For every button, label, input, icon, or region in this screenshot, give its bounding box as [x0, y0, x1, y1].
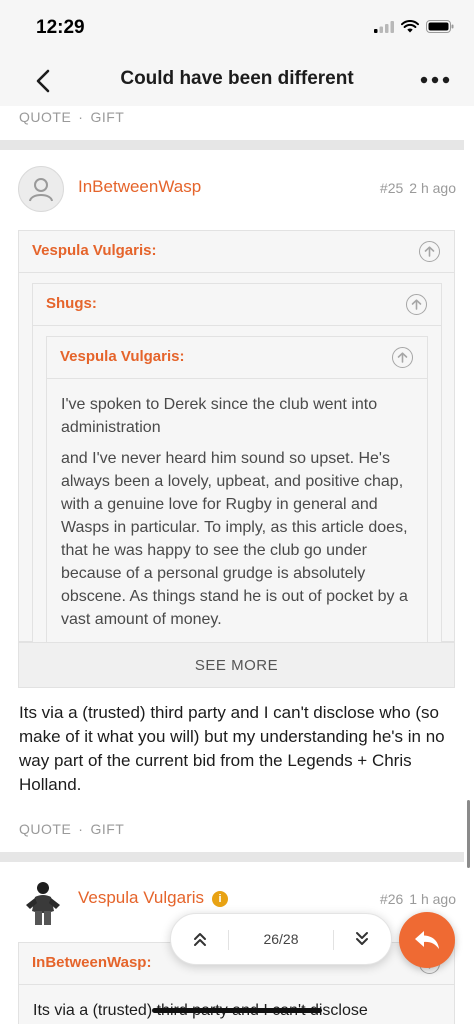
post-author-name[interactable]: Vespula Vulgaris [78, 888, 204, 907]
quote-button[interactable]: QUOTE [19, 821, 71, 837]
post-divider [0, 852, 464, 862]
status-time: 12:29 [36, 17, 85, 38]
signal-icon [374, 20, 394, 33]
ellipsis-icon [420, 76, 450, 84]
user-icon [29, 178, 53, 202]
quote-block-outer: Vespula Vulgaris: Shugs: Vespula Vulgari… [18, 230, 455, 644]
quote-paragraph: and I've never heard him sound so upset.… [61, 450, 408, 628]
home-indicator[interactable] [152, 1008, 322, 1013]
post-number[interactable]: #25 [380, 180, 403, 196]
more-options-button[interactable] [418, 68, 452, 92]
circle-arrow-up-icon [397, 352, 408, 363]
avatar[interactable] [18, 166, 64, 212]
info-badge-icon[interactable]: i [212, 891, 229, 907]
post-meta: #25 2 h ago [380, 180, 456, 196]
post-number[interactable]: #26 [380, 891, 403, 907]
quote-header: Vespula Vulgaris: [47, 337, 427, 379]
post-pager: 26/28 [170, 913, 392, 965]
avatar[interactable] [18, 877, 68, 927]
jump-to-bottom-button[interactable] [351, 928, 373, 950]
status-bar: 12:29 [0, 0, 474, 58]
post-time: 1 h ago [409, 891, 456, 907]
go-to-quote-button[interactable] [419, 241, 440, 262]
circle-arrow-up-icon [411, 299, 422, 310]
double-chevron-down-icon [356, 932, 368, 945]
post-time: 2 h ago [409, 180, 456, 196]
gift-button[interactable]: GIFT [90, 821, 124, 837]
nav-bar: Could have been different [0, 58, 474, 106]
reply-button[interactable] [399, 912, 455, 968]
quote-block-middle: Shugs: Vespula Vulgaris: I've spoken to … [32, 283, 442, 644]
go-to-quote-button[interactable] [392, 347, 413, 368]
rugby-player-avatar-icon [26, 882, 60, 925]
action-separator: · [78, 109, 84, 125]
page-title: Could have been different [120, 68, 354, 89]
battery-icon [426, 20, 454, 33]
post-author[interactable]: Vespula Vulgaris i [78, 888, 229, 908]
quote-header: Shugs: [33, 284, 441, 326]
quote-author[interactable]: Vespula Vulgaris: [32, 242, 157, 259]
post-25-header: InBetweenWasp #25 2 h ago [18, 166, 458, 216]
quote-author[interactable]: Vespula Vulgaris: [60, 348, 185, 365]
quote-block-inner: Vespula Vulgaris: I've spoken to Derek s… [46, 336, 428, 644]
post-author[interactable]: InBetweenWasp [78, 177, 201, 197]
post-meta: #26 1 h ago [380, 891, 456, 907]
reply-icon [415, 931, 439, 949]
post-25-actions: QUOTE · GIFT [19, 821, 124, 837]
pager-divider [333, 930, 334, 950]
quote-header: Vespula Vulgaris: [19, 231, 454, 273]
go-to-quote-button[interactable] [406, 294, 427, 315]
gift-button[interactable]: GIFT [90, 109, 124, 125]
post-divider [0, 140, 464, 150]
action-separator: · [78, 821, 84, 837]
post-24-actions: QUOTE · GIFT [19, 109, 124, 125]
see-more-button[interactable]: SEE MORE [18, 642, 455, 688]
quote-author[interactable]: Shugs: [46, 295, 97, 312]
quote-author[interactable]: InBetweenWasp: [32, 954, 151, 971]
scrollbar[interactable] [467, 800, 470, 868]
wifi-icon [401, 20, 419, 33]
quote-button[interactable]: QUOTE [19, 109, 71, 125]
status-icons [374, 20, 454, 33]
post-body: Its via a (trusted) third party and I ca… [19, 703, 445, 794]
quote-paragraph: I've spoken to Derek since the club went… [61, 396, 378, 436]
circle-arrow-up-icon [424, 246, 435, 257]
